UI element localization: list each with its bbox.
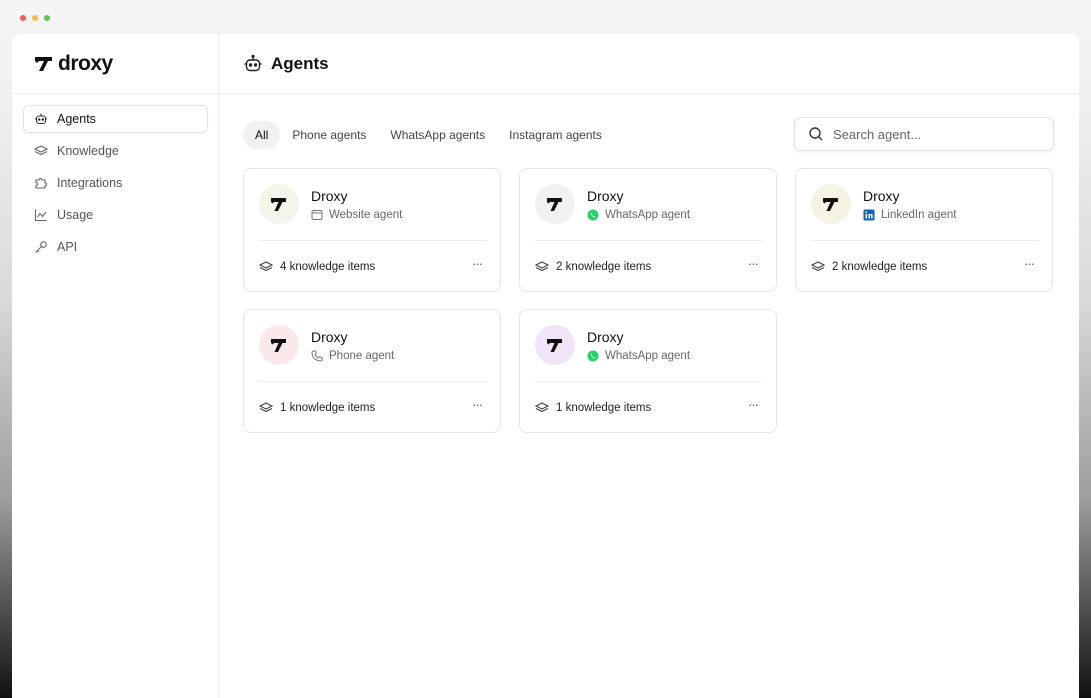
- sidebar-item-knowledge[interactable]: Knowledge: [23, 137, 208, 165]
- sidebar-item-label: API: [57, 240, 78, 254]
- knowledge-count-label: 1 knowledge items: [556, 402, 652, 414]
- knowledge-count-label: 2 knowledge items: [832, 261, 928, 273]
- tab-instagram-agents[interactable]: Instagram agents: [497, 121, 614, 149]
- agent-type-label: Website agent: [329, 209, 403, 221]
- sidebar-item-label: Integrations: [57, 176, 123, 190]
- whatsapp-icon: [587, 209, 599, 221]
- close-window-button[interactable]: [20, 15, 26, 21]
- droxy-logo-icon: [547, 339, 562, 352]
- key-icon: [34, 240, 48, 254]
- more-options-icon[interactable]: ···: [1022, 257, 1036, 271]
- avatar: [535, 325, 575, 365]
- sidebar-item-usage[interactable]: Usage: [23, 201, 208, 229]
- puzzle-icon: [34, 176, 48, 190]
- knowledge-count: 2 knowledge items: [811, 260, 927, 274]
- agent-type: LinkedIn agent: [863, 209, 956, 221]
- layers-icon: [34, 144, 48, 158]
- linkedin-icon: [863, 209, 875, 221]
- agent-card[interactable]: Droxy Phone agent 1 knowledge items ···: [243, 309, 501, 433]
- more-options-icon[interactable]: ···: [746, 257, 760, 271]
- bot-icon: [244, 54, 262, 72]
- knowledge-count: 2 knowledge items: [535, 260, 651, 274]
- sidebar-item-integrations[interactable]: Integrations: [23, 169, 208, 197]
- agent-type: WhatsApp agent: [587, 350, 690, 362]
- agent-filter-tabs: All Phone agents WhatsApp agents Instagr…: [243, 121, 614, 149]
- layers-icon: [259, 260, 273, 274]
- window-titlebar: [0, 0, 1091, 34]
- agent-name: Droxy: [587, 329, 624, 345]
- agent-card[interactable]: Droxy WhatsApp agent 1 knowledge items ·…: [519, 309, 777, 433]
- main-content: Agents All Phone agents WhatsApp agents …: [219, 34, 1079, 698]
- avatar: [259, 184, 299, 224]
- agent-name: Droxy: [311, 188, 348, 204]
- chart-icon: [34, 208, 48, 222]
- page-title: Agents: [271, 54, 329, 73]
- card-divider: [811, 240, 1039, 241]
- agent-type: Phone agent: [311, 350, 394, 362]
- search-input[interactable]: [833, 126, 1033, 142]
- knowledge-count-label: 2 knowledge items: [556, 261, 652, 273]
- sidebar-divider: [12, 93, 218, 94]
- droxy-logo-icon: [547, 198, 562, 211]
- sidebar-item-agents[interactable]: Agents: [23, 105, 208, 133]
- sidebar-item-label: Usage: [57, 208, 94, 222]
- knowledge-count-label: 4 knowledge items: [280, 261, 376, 273]
- app-frame: droxy Agents Knowledge Integrations Usag…: [0, 0, 1091, 698]
- droxy-logo-icon: [271, 198, 286, 211]
- avatar: [259, 325, 299, 365]
- droxy-logo-icon: [35, 57, 52, 71]
- maximize-window-button[interactable]: [44, 15, 50, 21]
- agent-type-label: Phone agent: [329, 350, 395, 362]
- app-window: droxy Agents Knowledge Integrations Usag…: [12, 34, 1079, 698]
- card-divider: [259, 240, 487, 241]
- agent-type: WhatsApp agent: [587, 209, 690, 221]
- brand-name: droxy: [58, 52, 113, 75]
- agent-card[interactable]: Droxy WhatsApp agent 2 knowledge items ·…: [519, 168, 777, 292]
- agent-card[interactable]: Droxy Website agent 4 knowledge items ··…: [243, 168, 501, 292]
- card-divider: [535, 381, 763, 382]
- tab-phone-agents[interactable]: Phone agents: [280, 121, 378, 149]
- sidebar-item-label: Knowledge: [57, 144, 119, 158]
- brand-logo[interactable]: droxy: [34, 52, 113, 76]
- sidebar: droxy Agents Knowledge Integrations Usag…: [12, 34, 219, 698]
- agent-name: Droxy: [311, 329, 348, 345]
- more-options-icon[interactable]: ···: [746, 398, 760, 412]
- whatsapp-icon: [587, 350, 599, 362]
- minimize-window-button[interactable]: [32, 15, 38, 21]
- knowledge-count-label: 1 knowledge items: [280, 402, 376, 414]
- sidebar-item-api[interactable]: API: [23, 233, 208, 261]
- agent-type: Website agent: [311, 209, 402, 221]
- sidebar-nav: Agents Knowledge Integrations Usage API: [23, 105, 208, 265]
- avatar: [811, 184, 851, 224]
- page-header: Agents: [219, 34, 1079, 94]
- tab-all[interactable]: All: [243, 121, 281, 149]
- more-options-icon[interactable]: ···: [470, 257, 484, 271]
- phone-icon: [311, 350, 323, 362]
- knowledge-count: 1 knowledge items: [259, 401, 375, 415]
- layers-icon: [535, 260, 549, 274]
- browser-window-icon: [311, 209, 323, 221]
- agent-type-label: WhatsApp agent: [605, 209, 691, 221]
- agent-card[interactable]: Droxy LinkedIn agent 2 knowledge items ·…: [795, 168, 1053, 292]
- agent-type-label: WhatsApp agent: [605, 350, 691, 362]
- layers-icon: [811, 260, 825, 274]
- layers-icon: [535, 401, 549, 415]
- card-divider: [535, 240, 763, 241]
- droxy-logo-icon: [823, 198, 838, 211]
- agent-name: Droxy: [863, 188, 900, 204]
- agent-type-label: LinkedIn agent: [881, 209, 957, 221]
- knowledge-count: 1 knowledge items: [535, 401, 651, 415]
- search-box[interactable]: [794, 117, 1054, 151]
- knowledge-count: 4 knowledge items: [259, 260, 375, 274]
- card-divider: [259, 381, 487, 382]
- layers-icon: [259, 401, 273, 415]
- sidebar-item-label: Agents: [57, 112, 96, 126]
- agent-name: Droxy: [587, 188, 624, 204]
- droxy-logo-icon: [271, 339, 286, 352]
- bot-icon: [34, 112, 48, 126]
- tab-whatsapp-agents[interactable]: WhatsApp agents: [378, 121, 497, 149]
- avatar: [535, 184, 575, 224]
- search-icon: [808, 126, 824, 142]
- more-options-icon[interactable]: ···: [470, 398, 484, 412]
